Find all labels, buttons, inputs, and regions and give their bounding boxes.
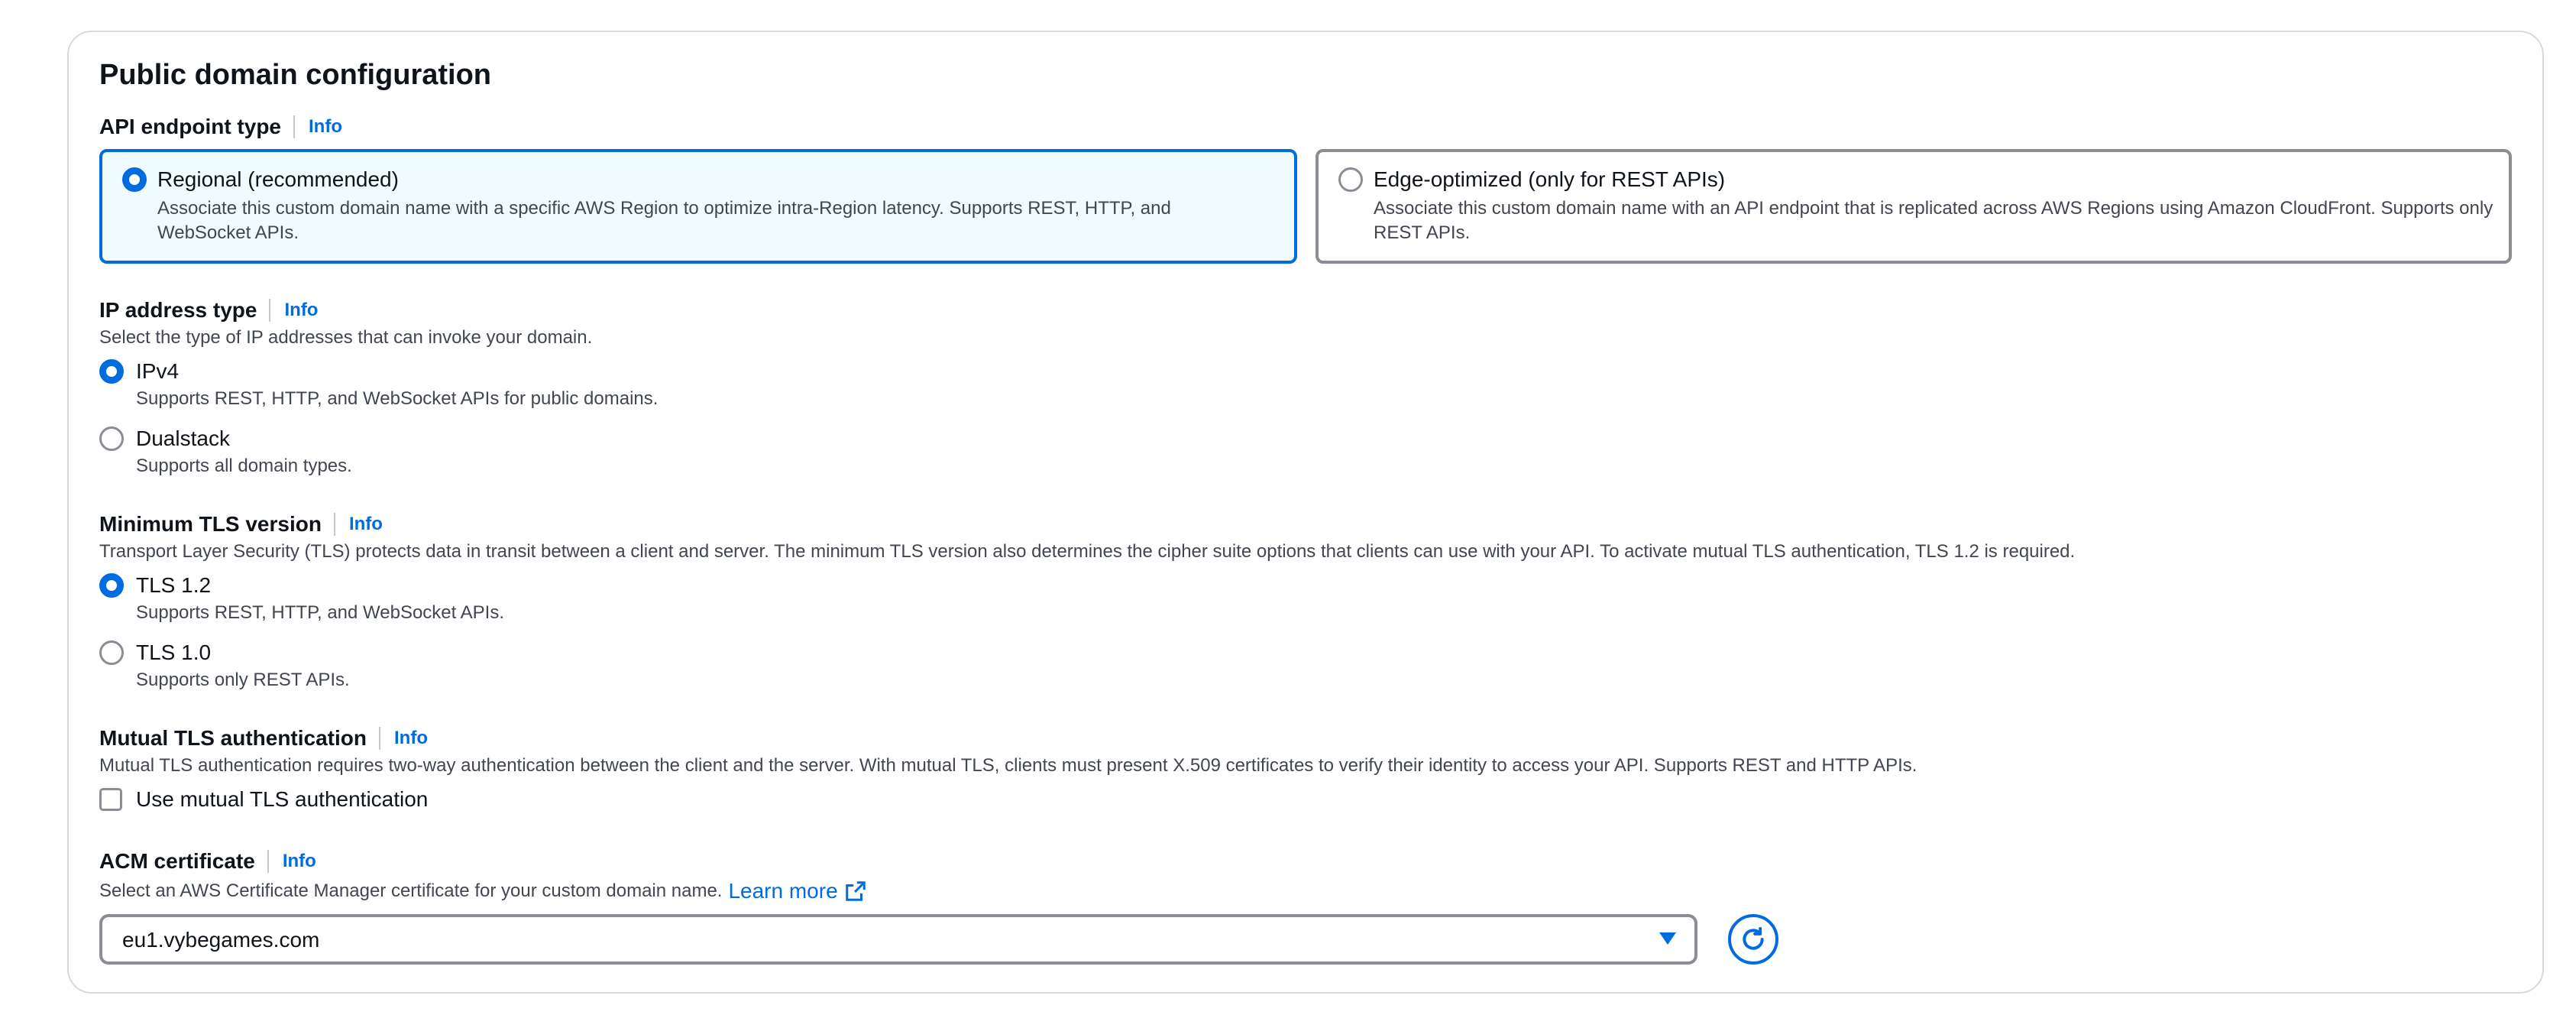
- endpoint-type-label-text: API endpoint type: [99, 115, 281, 138]
- external-link-icon: [845, 881, 866, 901]
- mtls-label: Mutual TLS authentication Info: [99, 725, 428, 752]
- info-separator: [333, 513, 335, 536]
- ip-option-dualstack-desc: Supports all domain types.: [136, 456, 352, 476]
- info-separator: [269, 299, 271, 322]
- ip-option-ipv4-desc: Supports REST, HTTP, and WebSocket APIs …: [136, 388, 659, 409]
- ip-type-desc: Select the type of IP addresses that can…: [99, 327, 593, 348]
- endpoint-regional-title: Regional (recommended): [157, 167, 399, 191]
- mtls-checkbox[interactable]: [99, 788, 122, 811]
- tls-info-link[interactable]: Info: [349, 511, 383, 538]
- ip-option-ipv4-label[interactable]: IPv4: [136, 358, 179, 385]
- endpoint-edge-title: Edge-optimized (only for REST APIs): [1374, 167, 1726, 191]
- acm-certificate-select[interactable]: eu1.vybegames.com: [99, 914, 1697, 965]
- endpoint-edge-desc: Associate this custom domain name with a…: [1374, 198, 2493, 243]
- ip-type-info-link[interactable]: Info: [284, 297, 318, 324]
- endpoint-tile-regional[interactable]: Regional (recommended) Associate this cu…: [99, 149, 1297, 264]
- learn-more-text[interactable]: Learn more: [728, 879, 837, 903]
- tls-option-1-2-label[interactable]: TLS 1.2: [136, 572, 211, 599]
- acm-selected-value: eu1.vybegames.com: [122, 928, 320, 952]
- tls-label: Minimum TLS version Info: [99, 511, 383, 538]
- ip-option-dualstack-label[interactable]: Dualstack: [136, 425, 230, 452]
- acm-desc-row: Select an AWS Certificate Manager certif…: [99, 879, 867, 903]
- refresh-icon: [1743, 926, 1764, 950]
- info-separator: [267, 850, 269, 873]
- endpoint-regional-desc: Associate this custom domain name with a…: [157, 198, 1171, 243]
- endpoint-type-label: API endpoint type Info: [99, 113, 342, 141]
- tls-option-1-2-desc: Supports REST, HTTP, and WebSocket APIs.: [136, 602, 505, 623]
- tls-option-1-0-label[interactable]: TLS 1.0: [136, 639, 211, 666]
- endpoint-radio-regional[interactable]: [122, 167, 147, 192]
- endpoint-type-info-link[interactable]: Info: [309, 113, 342, 141]
- learn-more-link[interactable]: Learn more: [728, 879, 866, 903]
- info-separator: [379, 727, 380, 750]
- tls-label-text: Minimum TLS version: [99, 512, 322, 536]
- ip-type-label-text: IP address type: [99, 298, 257, 322]
- tls-desc: Transport Layer Security (TLS) protects …: [99, 541, 2076, 562]
- mtls-label-text: Mutual TLS authentication: [99, 726, 367, 750]
- acm-desc: Select an AWS Certificate Manager certif…: [99, 880, 723, 901]
- acm-info-link[interactable]: Info: [283, 848, 316, 875]
- ip-radio-dualstack[interactable]: [99, 426, 124, 451]
- endpoint-tile-edge[interactable]: Edge-optimized (only for REST APIs) Asso…: [1316, 149, 2512, 264]
- tls-radio-1-2[interactable]: [99, 573, 124, 598]
- info-separator: [293, 115, 295, 138]
- tls-option-1-0-desc: Supports only REST APIs.: [136, 670, 350, 690]
- mtls-desc: Mutual TLS authentication requires two-w…: [99, 755, 1917, 776]
- ip-radio-ipv4[interactable]: [99, 359, 124, 384]
- mtls-info-link[interactable]: Info: [394, 725, 428, 752]
- tls-radio-1-0[interactable]: [99, 640, 124, 665]
- caret-down-icon: [1659, 932, 1676, 945]
- refresh-button[interactable]: [1728, 914, 1778, 965]
- mtls-checkbox-label[interactable]: Use mutual TLS authentication: [136, 786, 428, 813]
- endpoint-radio-edge[interactable]: [1338, 167, 1363, 192]
- ip-type-label: IP address type Info: [99, 297, 318, 324]
- acm-label: ACM certificate Info: [99, 848, 316, 875]
- acm-label-text: ACM certificate: [99, 849, 255, 873]
- panel-title: Public domain configuration: [99, 59, 491, 91]
